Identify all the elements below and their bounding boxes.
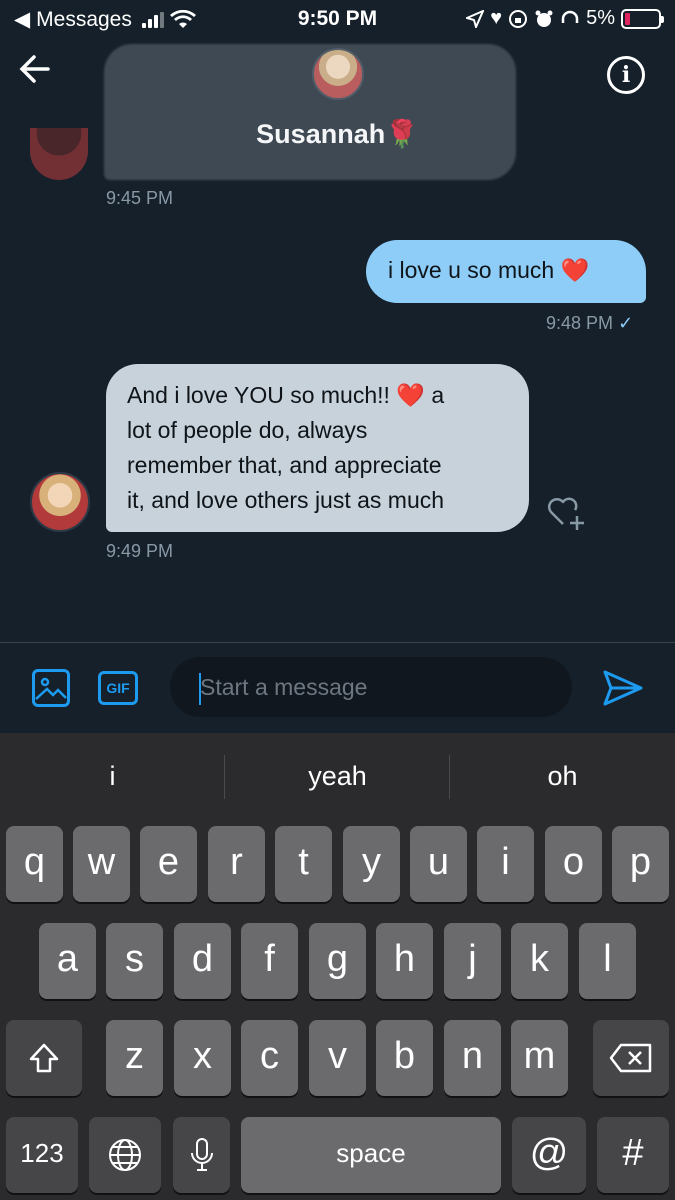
key[interactable]: k: [511, 923, 568, 999]
backspace-icon: [609, 1043, 652, 1073]
image-icon[interactable]: [32, 669, 70, 707]
key[interactable]: u: [410, 826, 467, 902]
key[interactable]: v: [309, 1020, 366, 1096]
key[interactable]: r: [208, 826, 265, 902]
alarm-icon: [535, 10, 553, 27]
add-reaction-heart-icon[interactable]: [545, 494, 585, 530]
battery-icon: [621, 8, 664, 29]
globe-key[interactable]: [89, 1117, 161, 1193]
key[interactable]: h: [376, 923, 433, 999]
numbers-key[interactable]: 123: [6, 1117, 78, 1193]
key[interactable]: o: [545, 826, 602, 902]
key[interactable]: n: [444, 1020, 501, 1096]
space-key[interactable]: space: [241, 1117, 501, 1193]
key[interactable]: t: [275, 826, 332, 902]
key[interactable]: j: [444, 923, 501, 999]
incoming-message-line: And i love YOU so much!! ❤️ a: [127, 382, 445, 408]
key[interactable]: q: [6, 826, 63, 902]
suggestion[interactable]: yeah: [225, 761, 450, 792]
outgoing-timestamp: 9:48 PM: [546, 313, 614, 333]
at-key[interactable]: @: [512, 1117, 586, 1193]
microphone-icon: [190, 1137, 213, 1171]
key[interactable]: x: [174, 1020, 231, 1096]
key[interactable]: g: [309, 923, 366, 999]
key[interactable]: d: [174, 923, 231, 999]
location-icon: [466, 9, 485, 28]
shift-icon: [29, 1043, 59, 1073]
key[interactable]: y: [343, 826, 400, 902]
suggestion[interactable]: oh: [450, 761, 675, 792]
previous-message-avatar[interactable]: [30, 128, 88, 180]
status-right: ♥ 5%: [466, 7, 664, 30]
info-icon[interactable]: i: [607, 56, 645, 94]
outgoing-timestamp-row: 9:48 PM ✓: [546, 313, 633, 334]
status-bar: ◀ Messages 9:50 PM ♥ 5%: [0, 0, 675, 40]
back-arrow-icon[interactable]: [18, 52, 58, 92]
predictive-bar: i yeah oh: [0, 733, 675, 821]
incoming-message-bubble[interactable]: And i love YOU so much!! ❤️ a lot of peo…: [106, 364, 529, 532]
suggestion[interactable]: i: [0, 761, 225, 792]
incoming-message-line: it, and love others just as much: [127, 487, 445, 513]
battery-percent: 5%: [586, 7, 615, 29]
key[interactable]: f: [241, 923, 298, 999]
headphones-icon: [561, 10, 579, 23]
dictation-key[interactable]: [173, 1117, 230, 1193]
rotation-lock-icon: [509, 9, 528, 28]
heart-status-icon: ♥: [490, 7, 503, 29]
text-cursor: [199, 673, 201, 705]
key[interactable]: m: [511, 1020, 568, 1096]
hash-key[interactable]: #: [597, 1117, 669, 1193]
outgoing-message-bubble[interactable]: i love u so much ❤️: [366, 240, 646, 303]
incoming-message-line: lot of people do, always: [127, 417, 368, 443]
gif-button[interactable]: GIF: [98, 671, 138, 705]
message-input[interactable]: [170, 657, 572, 717]
key[interactable]: p: [612, 826, 669, 902]
key[interactable]: l: [579, 923, 636, 999]
key[interactable]: a: [39, 923, 96, 999]
globe-icon: [109, 1138, 141, 1171]
key[interactable]: e: [140, 826, 197, 902]
previous-message-bubble[interactable]: [104, 44, 516, 180]
sent-check-icon: ✓: [618, 313, 634, 333]
key[interactable]: c: [241, 1020, 298, 1096]
shift-key[interactable]: [6, 1020, 82, 1096]
backspace-key[interactable]: [593, 1020, 669, 1096]
key[interactable]: i: [477, 826, 534, 902]
key[interactable]: s: [106, 923, 163, 999]
key[interactable]: b: [376, 1020, 433, 1096]
incoming-timestamp: 9:49 PM: [106, 541, 174, 561]
message-timestamp: 9:45 PM: [106, 188, 174, 208]
key[interactable]: w: [73, 826, 130, 902]
incoming-message-line: remember that, and appreciate: [127, 452, 442, 478]
contact-avatar[interactable]: [30, 472, 90, 532]
send-icon[interactable]: [602, 667, 644, 709]
keyboard: i yeah oh q w e r t y u i o p a s d f g …: [0, 733, 675, 1200]
key[interactable]: z: [106, 1020, 163, 1096]
message-composer: GIF: [0, 643, 675, 733]
outgoing-message-text: i love u so much ❤️: [388, 257, 590, 283]
